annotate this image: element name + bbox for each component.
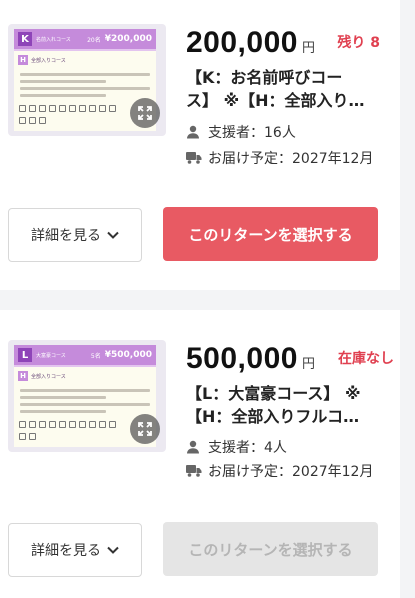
thumbnail-subhead: H 全部入りコース bbox=[18, 371, 66, 381]
view-details-button[interactable]: 詳細を見る bbox=[8, 208, 142, 262]
stock-remaining: 残り 8 bbox=[337, 35, 380, 51]
supporters-text: 支援者：16人 bbox=[208, 125, 296, 141]
thumbnail-letter: L bbox=[18, 348, 32, 362]
thumbnail-banner-title: 大富豪コース bbox=[36, 352, 66, 359]
reward-title-line: 【H：全部入りフルコ… bbox=[186, 407, 360, 426]
reward-thumbnail[interactable]: K 名前入れコース 20名 ¥200,000 H 全部入りコース bbox=[8, 24, 166, 136]
view-details-button[interactable]: 詳細を見る bbox=[8, 523, 142, 577]
thumbnail-banner: K 名前入れコース 20名 ¥200,000 bbox=[14, 29, 156, 51]
thumbnail-banner-title: 名前入れコース bbox=[36, 36, 71, 43]
thumbnail-text-line bbox=[20, 410, 106, 413]
reward-thumbnail[interactable]: L 大富豪コース 5名 ¥500,000 H 全部入りコース bbox=[8, 340, 166, 452]
thumbnail-text-line bbox=[20, 94, 106, 97]
reward-list: K 名前入れコース 20名 ¥200,000 H 全部入りコース 200,000… bbox=[0, 0, 415, 598]
delivery-text: お届け予定：2027年12月 bbox=[208, 464, 374, 480]
thumbnail-text-line bbox=[20, 396, 106, 399]
thumbnail-text-line bbox=[20, 403, 150, 406]
thumbnail-price: ¥200,000 bbox=[104, 34, 152, 44]
truck-icon bbox=[186, 149, 208, 169]
person-icon bbox=[186, 438, 208, 458]
thumbnail-text-line bbox=[20, 73, 150, 76]
person-icon bbox=[186, 123, 208, 143]
reward-title-line: ス】 ※【H：全部入り… bbox=[186, 91, 365, 110]
thumbnail-subhead: H 全部入りコース bbox=[18, 55, 66, 65]
thumbnail-sub-title: 全部入りコース bbox=[31, 373, 66, 380]
expand-icon[interactable] bbox=[130, 414, 160, 444]
reward-card: K 名前入れコース 20名 ¥200,000 H 全部入りコース 200,000… bbox=[0, 0, 400, 290]
reward-title-line: 【K：お名前呼びコー bbox=[186, 68, 343, 87]
truck-icon bbox=[186, 462, 208, 482]
thumbnail-text-line bbox=[20, 80, 106, 83]
thumbnail-icon-row bbox=[19, 433, 136, 441]
thumbnail-banner: L 大富豪コース 5名 ¥500,000 bbox=[14, 345, 156, 367]
thumbnail-slots: 20名 bbox=[87, 36, 101, 44]
price-currency: 円 bbox=[301, 41, 315, 56]
thumbnail-price: ¥500,000 bbox=[104, 350, 152, 360]
expand-icon[interactable] bbox=[130, 98, 160, 128]
thumbnail-sub-title: 全部入りコース bbox=[31, 57, 66, 64]
reward-title: 【L：大富豪コース】 ※ 【H：全部入りフルコ… bbox=[186, 382, 386, 428]
delivery-date: お届け予定：2027年12月 bbox=[186, 149, 386, 169]
thumbnail-icon-row bbox=[19, 105, 136, 113]
thumbnail-sub-letter: H bbox=[18, 371, 28, 381]
thumbnail-text-line bbox=[20, 389, 150, 392]
reward-card: L 大富豪コース 5名 ¥500,000 H 全部入りコース 500,000 円… bbox=[0, 310, 400, 598]
thumbnail-icon-row bbox=[19, 117, 136, 125]
view-details-label: 詳細を見る bbox=[31, 228, 101, 244]
thumbnail-letter: K bbox=[18, 32, 32, 46]
chevron-down-icon bbox=[107, 546, 119, 554]
reward-title: 【K：お名前呼びコー ス】 ※【H：全部入り… bbox=[186, 66, 386, 112]
supporters-text: 支援者：4人 bbox=[208, 440, 287, 456]
price-amount: 500,000 bbox=[186, 342, 298, 375]
price-currency: 円 bbox=[301, 357, 315, 372]
stock-status: 在庫なし bbox=[338, 351, 394, 367]
thumbnail-slots: 5名 bbox=[90, 352, 101, 360]
select-reward-button[interactable]: このリターンを選択する bbox=[163, 207, 378, 261]
chevron-down-icon bbox=[107, 231, 119, 239]
supporters-count: 支援者：16人 bbox=[186, 123, 386, 143]
price-amount: 200,000 bbox=[186, 26, 298, 59]
thumbnail-sub-letter: H bbox=[18, 55, 28, 65]
delivery-date: お届け予定：2027年12月 bbox=[186, 462, 386, 482]
supporters-count: 支援者：4人 bbox=[186, 438, 386, 458]
thumbnail-text-line bbox=[20, 87, 150, 90]
thumbnail-icon-row bbox=[19, 421, 136, 429]
delivery-text: お届け予定：2027年12月 bbox=[208, 151, 374, 167]
select-reward-button-disabled: このリターンを選択する bbox=[163, 522, 378, 576]
view-details-label: 詳細を見る bbox=[31, 543, 101, 559]
reward-title-line: 【L：大富豪コース】 ※ bbox=[186, 384, 361, 403]
